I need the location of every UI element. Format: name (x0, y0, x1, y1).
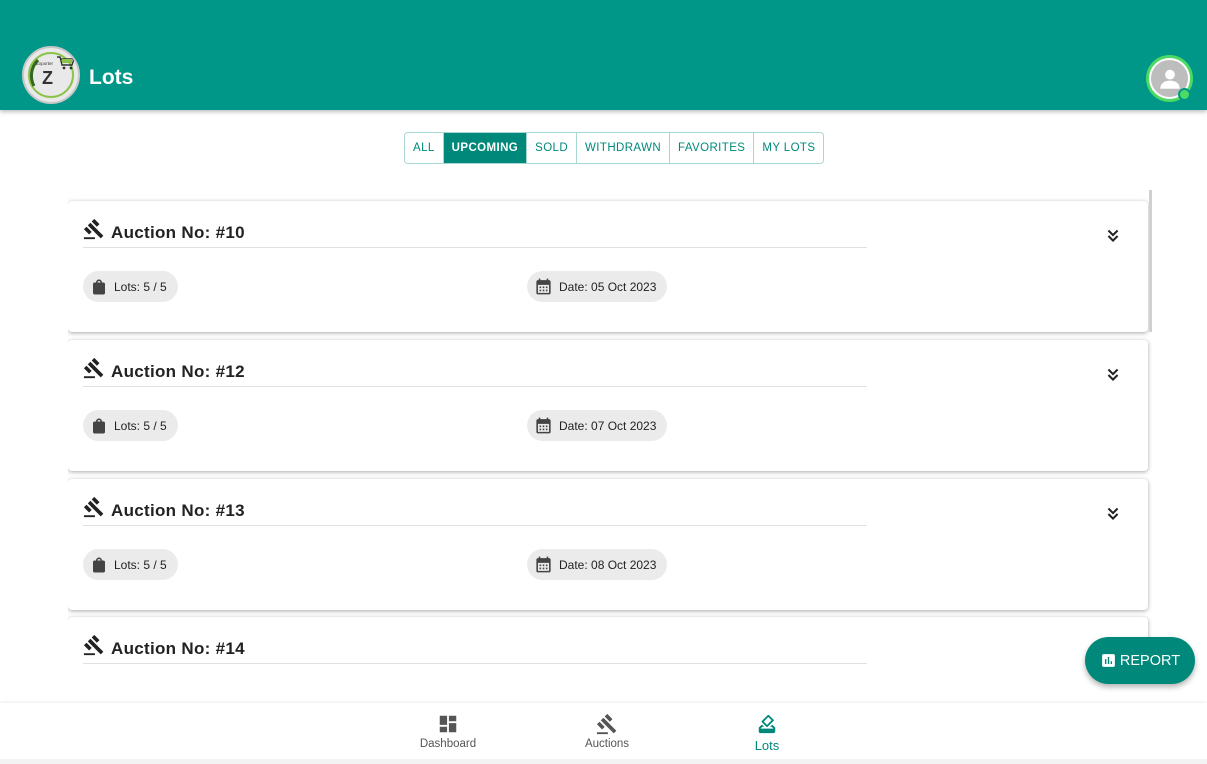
dashboard-icon (439, 715, 457, 733)
lots-count-text: Lots: 5 / 5 (114, 279, 167, 294)
date-text: Date: 08 Oct 2023 (559, 557, 657, 572)
lots-count-chip: Lots: 5 / 5 (83, 549, 178, 580)
gavel-icon (83, 634, 104, 655)
date-chip: Date: 08 Oct 2023 (527, 549, 668, 580)
svg-text:Z: Z (42, 68, 53, 88)
bottom-navigation: Dashboard Auctions Lots (0, 703, 1207, 764)
lots-count-text: Lots: 5 / 5 (114, 557, 167, 572)
date-text: Date: 07 Oct 2023 (559, 418, 657, 433)
gavel-icon (83, 218, 104, 239)
bottom-strip (0, 759, 1207, 764)
tab-all[interactable]: ALL (405, 133, 444, 163)
report-button[interactable]: REPORT (1085, 637, 1195, 684)
lots-count-text: Lots: 5 / 5 (114, 418, 167, 433)
date-chip: Date: 05 Oct 2023 (527, 271, 668, 302)
online-status-dot (1178, 88, 1191, 101)
lots-count-chip: Lots: 5 / 5 (83, 271, 178, 302)
tab-upcoming[interactable]: UPCOMING (443, 133, 528, 163)
app-logo[interactable]: Z Exporter (22, 46, 80, 104)
date-chip: Date: 07 Oct 2023 (527, 410, 668, 441)
bar-chart-icon (1102, 654, 1115, 667)
bag-icon (93, 557, 105, 572)
tab-sold[interactable]: SOLD (527, 133, 578, 163)
auction-title: Auction No: #13 (111, 500, 245, 520)
auction-card-header: Auction No: #10 (83, 216, 867, 248)
auction-title: Auction No: #14 (111, 638, 245, 658)
gavel-icon (83, 357, 104, 378)
logo-image: Z Exporter (28, 52, 75, 98)
bag-icon (93, 279, 105, 294)
app: Z Exporter Lots ALL UPCOMING SOLD WITHDR… (0, 0, 1207, 764)
nav-label-lots: Lots (754, 738, 780, 753)
auction-card[interactable]: Auction No: #12 Lots: 5 / 5 Date: 07 Oct… (68, 340, 1148, 471)
app-header: Z Exporter Lots (0, 0, 1207, 110)
auction-card[interactable]: Auction No: #10 Lots: 5 / 5 Date: 05 Oct… (68, 201, 1148, 332)
expand-chevron-icon[interactable] (1102, 364, 1124, 386)
date-text: Date: 05 Oct 2023 (559, 279, 657, 294)
nav-label-auctions: Auctions (584, 738, 630, 750)
auction-card[interactable]: Auction No: #14 (68, 617, 1148, 681)
lots-icon (758, 714, 776, 734)
nav-item-auctions[interactable]: Auctions (562, 713, 652, 750)
tab-withdrawn[interactable]: WITHDRAWN (577, 133, 671, 163)
svg-text:Exporter: Exporter (36, 61, 54, 66)
auction-title: Auction No: #10 (111, 222, 245, 242)
bag-icon (93, 418, 105, 433)
list-scrollbar[interactable] (1149, 190, 1152, 332)
nav-label-dashboard: Dashboard (419, 738, 477, 750)
nav-item-lots[interactable]: Lots (722, 713, 812, 753)
auction-title: Auction No: #12 (111, 361, 245, 381)
auction-list[interactable]: Auction No: #10 Lots: 5 / 5 Date: 05 Oct… (68, 190, 1152, 681)
auction-card-header: Auction No: #13 (83, 494, 867, 526)
expand-chevron-icon[interactable] (1102, 225, 1124, 247)
gavel-icon (83, 496, 104, 517)
cart-icon (57, 56, 75, 70)
tab-favorites[interactable]: FAVORITES (670, 133, 755, 163)
page-title: Lots (89, 66, 134, 89)
auction-card-header: Auction No: #14 (83, 632, 867, 664)
expand-chevron-icon[interactable] (1102, 503, 1124, 525)
auction-card[interactable]: Auction No: #13 Lots: 5 / 5 Date: 08 Oct… (68, 479, 1148, 610)
filter-tabs: ALL UPCOMING SOLD WITHDRAWN FAVORITES MY… (404, 132, 825, 164)
calendar-icon (536, 556, 551, 573)
gavel-icon (596, 713, 617, 735)
auction-card-header: Auction No: #12 (83, 355, 867, 387)
person-icon (1159, 69, 1180, 89)
report-button-label: REPORT (1119, 652, 1181, 669)
tab-my-lots[interactable]: MY LOTS (754, 133, 824, 163)
calendar-icon (536, 278, 551, 295)
calendar-icon (536, 417, 551, 434)
lots-count-chip: Lots: 5 / 5 (83, 410, 178, 441)
nav-item-dashboard[interactable]: Dashboard (403, 713, 493, 750)
